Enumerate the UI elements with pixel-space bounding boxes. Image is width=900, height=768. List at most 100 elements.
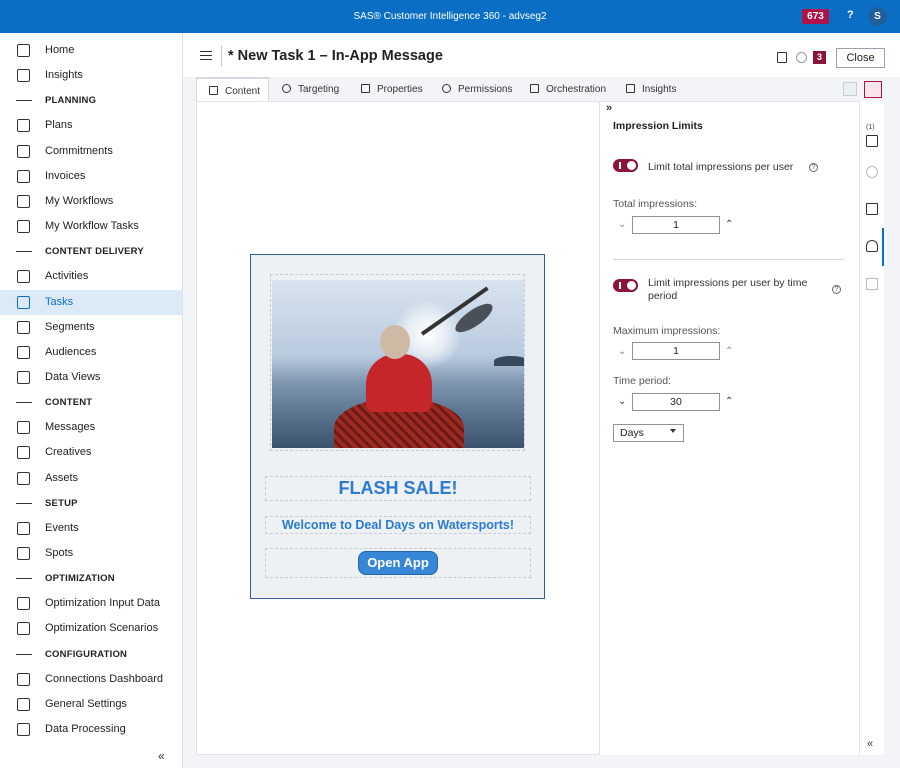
tab-orchestration[interactable]: Orchestration (530, 77, 615, 101)
sidebar-item-label: Commitments (45, 144, 113, 157)
section-content-delivery: CONTENT DELIVERY (0, 239, 182, 264)
tab-insights[interactable]: Insights (626, 77, 686, 101)
sidebar-item-my-workflows[interactable]: My Workflows (0, 189, 182, 214)
list-icon[interactable] (866, 278, 878, 290)
sidebar-item-messages[interactable]: Messages (0, 415, 182, 440)
close-button[interactable]: Close (836, 48, 885, 68)
limit-total-label: Limit total impressions per user (648, 161, 794, 173)
tab-permissions[interactable]: Permissions (442, 77, 517, 101)
sidebar-item-label: Events (45, 521, 79, 534)
section-divider (16, 578, 32, 580)
save-icon[interactable] (777, 52, 787, 63)
tasks-icon (17, 295, 30, 309)
collapse-sidebar-icon[interactable]: « (158, 749, 165, 763)
task-header: * New Task 1 – In-App Message 3 Close (183, 33, 900, 77)
limit-total-toggle[interactable] (613, 159, 638, 172)
sidebar-item-connections-dashboard[interactable]: Connections Dashboard (0, 667, 182, 692)
sidebar-item-audiences[interactable]: Audiences (0, 340, 182, 365)
sidebar-item-label: Data Processing (45, 723, 126, 736)
sidebar-item-assets[interactable]: Assets (0, 466, 182, 491)
spots-icon (17, 547, 30, 560)
tab-properties[interactable]: Properties (361, 77, 431, 101)
section-label: CONTENT DELIVERY (45, 246, 144, 258)
sidebar-item-general-settings[interactable]: General Settings (0, 692, 182, 717)
section-divider (16, 100, 32, 102)
user-limit-icon[interactable] (866, 240, 878, 252)
task-tabs: Content Targeting Properties Permissions… (196, 77, 884, 101)
sidebar-item-insights[interactable]: Insights (0, 63, 182, 88)
sidebar-item-home[interactable]: Home (0, 38, 182, 63)
sidebar-item-data-views[interactable]: Data Views (0, 365, 182, 390)
decrement-icon[interactable]: ⌄ (618, 219, 626, 230)
increment-icon[interactable]: ⌃ (725, 219, 733, 230)
page-title: * New Task 1 – In-App Message (228, 48, 443, 64)
tab-targeting[interactable]: Targeting (282, 77, 352, 101)
header-count-badge[interactable]: 3 (813, 51, 826, 64)
list-menu-icon[interactable] (200, 51, 212, 60)
sidebar-item-label: Tasks (45, 295, 74, 308)
content-list-icon[interactable] (866, 135, 878, 147)
calendar-icon[interactable] (866, 203, 878, 215)
right-rail (859, 101, 884, 755)
sidebar-item-commitments[interactable]: Commitments (0, 139, 182, 164)
rail-active-indicator (882, 228, 884, 266)
sidebar-item-spots[interactable]: Spots (0, 541, 182, 566)
app-title: SAS® Customer Intelligence 360 - advseg2 (353, 11, 547, 22)
limit-time-toggle[interactable] (613, 279, 638, 292)
preview-icon[interactable] (843, 82, 857, 96)
sidebar-item-label: Assets (45, 471, 79, 484)
max-impressions-input[interactable]: 1 (632, 342, 720, 360)
sidebar-item-label: Segments (45, 320, 95, 333)
sidebar-item-events[interactable]: Events (0, 516, 182, 541)
sidebar-item-optimization-input-data[interactable]: Optimization Input Data (0, 591, 182, 616)
activities-icon (17, 270, 30, 284)
decrement-icon[interactable]: ⌄ (618, 396, 626, 407)
section-label: OPTIMIZATION (45, 573, 115, 585)
sidebar-item-label: Activities (45, 270, 89, 283)
orchestration-icon (530, 84, 539, 93)
increment-icon[interactable]: ⌃ (725, 346, 733, 357)
info-icon[interactable]: ? (832, 285, 841, 294)
open-app-button[interactable]: Open App (358, 551, 438, 575)
sidebar-item-label: Plans (45, 119, 73, 132)
message-headline: FLASH SALE! (338, 478, 458, 498)
total-impressions-input[interactable]: 1 (632, 216, 720, 234)
sidebar-item-label: My Workflows (45, 194, 114, 207)
notification-badge[interactable]: 673 (802, 9, 829, 24)
sidebar-item-activities[interactable]: Activities (0, 264, 182, 289)
section-configuration: CONFIGURATION (0, 642, 182, 667)
tab-content[interactable]: Content (196, 77, 269, 101)
kayak-image (272, 280, 524, 448)
data-processing-icon (17, 723, 30, 737)
limit-time-label: Limit impressions per user by time perio… (648, 277, 808, 302)
sidebar-item-optimization-scenarios[interactable]: Optimization Scenarios (0, 616, 182, 641)
messages-icon (17, 421, 30, 435)
help-icon[interactable]: ? (847, 9, 854, 21)
sidebar-item-creatives[interactable]: Creatives (0, 440, 182, 465)
section-divider (16, 251, 32, 253)
avatar[interactable]: S (868, 7, 887, 26)
increment-icon[interactable]: ⌃ (725, 396, 733, 407)
refresh-icon[interactable] (796, 52, 807, 63)
sidebar-item-plans[interactable]: Plans (0, 113, 182, 138)
content-icon (209, 86, 218, 95)
sidebar-item-data-processing[interactable]: Data Processing (0, 717, 182, 742)
palette-icon[interactable] (866, 166, 878, 178)
collapse-rail-icon[interactable]: « (867, 738, 873, 750)
period-unit-select[interactable]: Days (613, 424, 684, 442)
expand-panel-icon[interactable]: » (606, 102, 612, 114)
sidebar-item-label: Connections Dashboard (45, 672, 164, 685)
rail-count-label: (1) (866, 124, 875, 131)
info-icon[interactable]: ? (809, 163, 818, 172)
period-unit-value: Days (620, 427, 644, 439)
sidebar-item-segments[interactable]: Segments (0, 315, 182, 340)
sidebar-item-my-workflow-tasks[interactable]: My Workflow Tasks (0, 214, 182, 239)
max-impressions-label: Maximum impressions: (613, 325, 721, 337)
sidebar-item-invoices[interactable]: Invoices (0, 164, 182, 189)
time-period-input[interactable]: 30 (632, 393, 720, 411)
sidebar-item-tasks[interactable]: Tasks (0, 289, 182, 315)
decrement-icon[interactable]: ⌄ (618, 346, 626, 357)
section-divider (16, 402, 32, 404)
sidebar-item-label: Optimization Input Data (45, 597, 160, 610)
properties-panel-toggle-icon[interactable] (864, 81, 882, 98)
